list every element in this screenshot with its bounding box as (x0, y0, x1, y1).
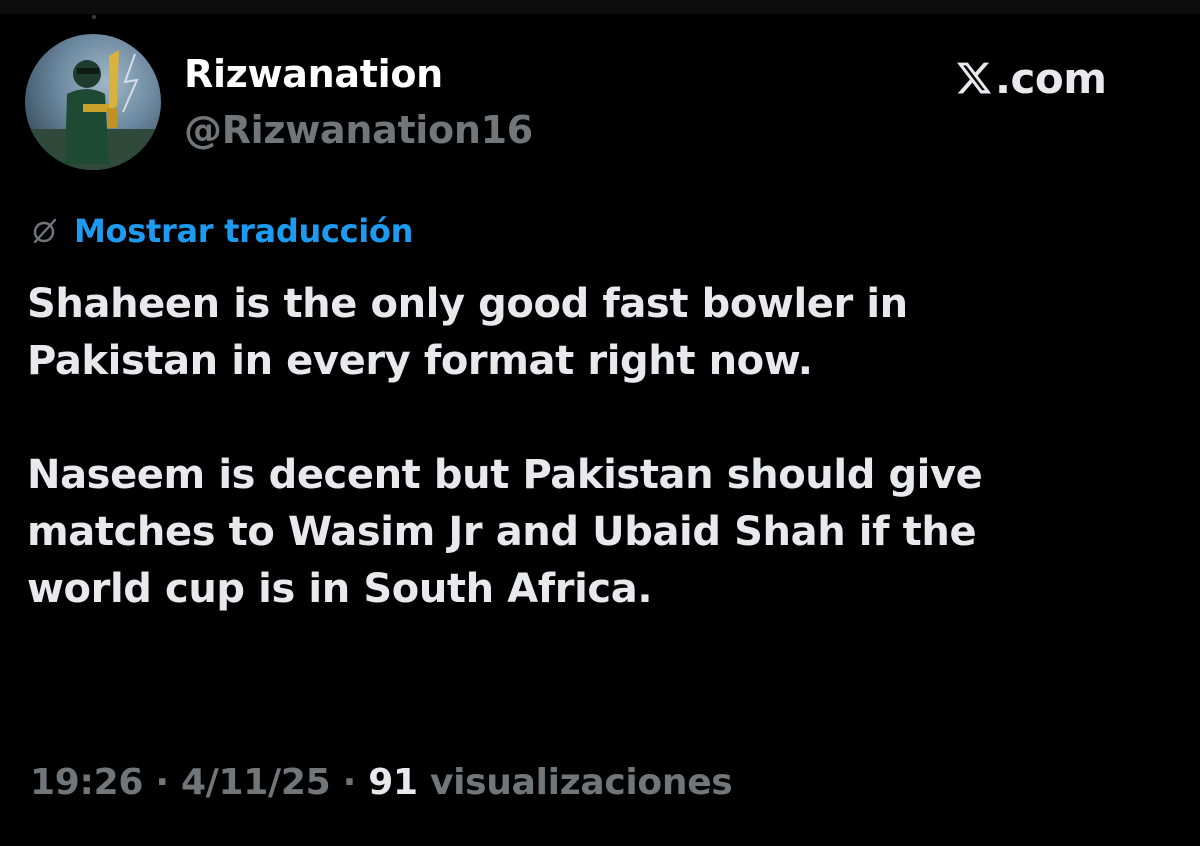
views-count[interactable]: 91 (368, 762, 418, 803)
x-logo-icon (956, 62, 992, 94)
views-label[interactable]: visualizaciones (430, 762, 733, 803)
show-translation-row[interactable]: Mostrar traducción (30, 212, 413, 250)
translate-globe-icon (33, 218, 57, 244)
user-handle[interactable]: @Rizwanation16 (184, 108, 533, 152)
separator-dot: · (143, 762, 181, 803)
top-indicator-dot (92, 15, 96, 19)
tweet-metadata: 19:26 · 4/11/25 · 91 visualizaciones (30, 762, 733, 803)
top-edge-strip (0, 0, 1200, 14)
brand-watermark: .com (955, 52, 1107, 104)
tweet-date[interactable]: 4/11/25 (181, 762, 331, 803)
show-translation-link[interactable]: Mostrar traducción (74, 212, 413, 250)
display-name[interactable]: Rizwanation (184, 52, 443, 96)
tweet-body: Shaheen is the only good fast bowler in … (27, 276, 1177, 618)
tweet-paragraph: Naseem is decent but Pakistan should giv… (27, 452, 983, 612)
tweet-time[interactable]: 19:26 (30, 762, 143, 803)
avatar[interactable] (25, 34, 161, 170)
brand-domain-text: .com (995, 53, 1107, 103)
cricketer-avatar-icon (25, 50, 161, 170)
separator-dot: · (330, 762, 369, 803)
tweet-paragraph: Shaheen is the only good fast bowler in … (27, 281, 908, 384)
